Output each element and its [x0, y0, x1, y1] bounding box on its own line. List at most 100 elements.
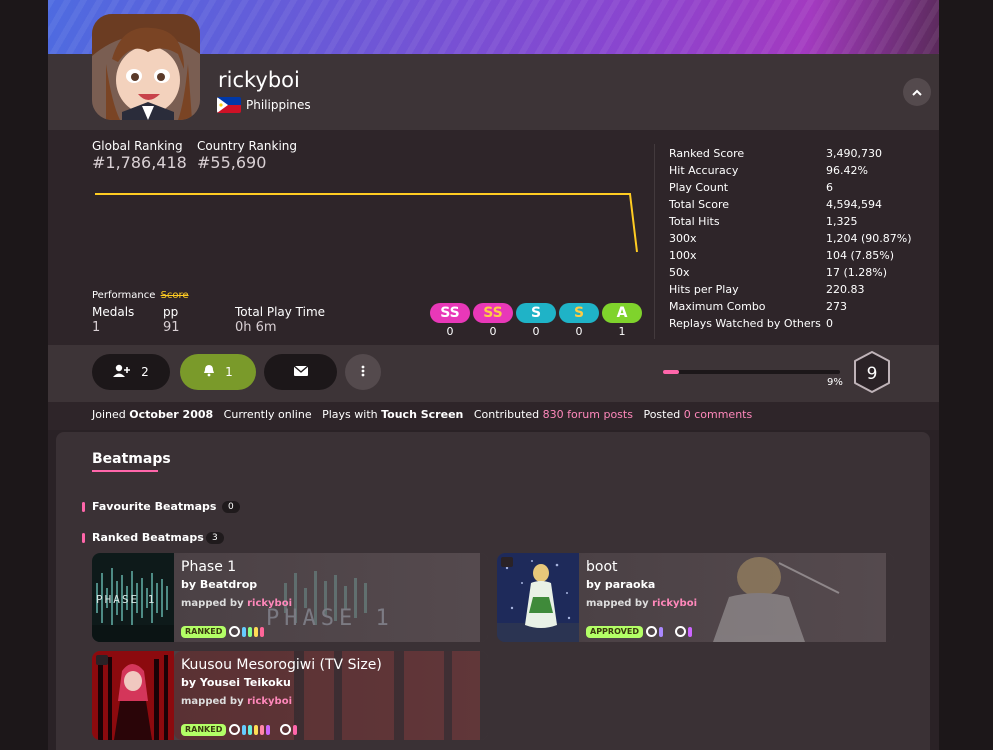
beatmap-title[interactable]: Kuusou Mesorogiwi (TV Size) — [181, 657, 382, 673]
difficulty-pip[interactable] — [688, 626, 692, 637]
difficulty-list — [646, 626, 692, 637]
global-ranking-label: Global Ranking — [92, 139, 183, 153]
taiko-mode-icon — [675, 626, 686, 637]
section-title[interactable]: Beatmaps — [92, 451, 171, 467]
left-margin — [0, 0, 48, 750]
message-button[interactable] — [264, 354, 337, 390]
beatmap-title[interactable]: boot — [586, 559, 618, 575]
difficulty-pip[interactable] — [242, 724, 246, 735]
stats-panel: Global Ranking #1,786,418 Country Rankin… — [48, 130, 939, 345]
difficulty-pip[interactable] — [254, 724, 258, 735]
global-ranking-value: #1,786,418 — [92, 153, 187, 172]
svg-text:PHASE 1: PHASE 1 — [96, 593, 156, 606]
tab-score[interactable]: Score — [161, 290, 189, 301]
country-name[interactable]: Philippines — [246, 98, 311, 112]
svg-text:PHASE 1: PHASE 1 — [266, 606, 394, 631]
comments-link[interactable]: 0 comments — [684, 408, 753, 421]
playtime-value: 0h 6m — [235, 320, 277, 335]
medals-value: 1 — [92, 320, 101, 335]
mapping-subscribe-button[interactable]: 1 — [180, 354, 256, 390]
grade-ss-count: 0 — [489, 325, 497, 338]
ranked-count-badge: 3 — [206, 532, 224, 544]
beatmap-artist: by Yousei Teikoku — [181, 676, 291, 689]
grade-s-silver: S — [516, 303, 556, 323]
level-progress-fill — [663, 370, 679, 374]
more-options-button[interactable] — [345, 354, 381, 390]
more-vertical-icon — [361, 365, 365, 380]
play-device: Touch Screen — [381, 408, 464, 421]
beatmap-thumbnail[interactable]: PHASE 1 — [92, 553, 174, 642]
grade-ss-silver-count: 0 — [446, 325, 454, 338]
pp-value: 91 — [163, 320, 180, 335]
followers-count: 2 — [141, 365, 149, 379]
level-value: 9 — [867, 364, 878, 384]
online-status: Currently online — [223, 408, 312, 421]
grade-ss: SS — [473, 303, 513, 323]
bell-icon — [203, 364, 215, 380]
status-badge: APPROVED — [586, 626, 643, 638]
ranking-mode-tabs: Performance Score — [92, 290, 189, 301]
difficulty-pip[interactable] — [659, 626, 663, 637]
grade-ss-silver: SS — [430, 303, 470, 323]
beatmap-thumbnail[interactable] — [92, 651, 174, 740]
philippines-flag-icon — [217, 97, 241, 113]
section-underline — [92, 470, 158, 472]
favourite-beatmaps-heading[interactable]: Favourite Beatmaps — [92, 500, 216, 513]
difficulty-pip[interactable] — [248, 626, 252, 637]
forum-posts-link[interactable]: 830 forum posts — [543, 408, 633, 421]
medals-label: Medals — [92, 305, 135, 319]
beatmap-artist: by Beatdrop — [181, 578, 258, 591]
collapse-header-button[interactable] — [903, 78, 931, 106]
level-progress-bar — [663, 370, 840, 374]
difficulty-pip[interactable] — [293, 724, 297, 735]
country-ranking-value: #55,690 — [197, 153, 267, 172]
envelope-icon — [293, 365, 308, 379]
mapper-link[interactable]: rickyboi — [247, 696, 292, 707]
status-badge: RANKED — [181, 626, 227, 638]
taiko-mode-icon — [280, 724, 291, 735]
grade-s-count: 0 — [575, 325, 583, 338]
mapper-link[interactable]: rickyboi — [652, 598, 697, 609]
beatmap-mapper: mapped by rickyboi — [181, 696, 292, 707]
joined-date: October 2008 — [129, 408, 214, 421]
difficulty-pip[interactable] — [260, 724, 264, 735]
beatmaps-section: Beatmaps Favourite Beatmaps 0 Ranked Bea… — [56, 432, 930, 750]
beatmap-card[interactable]: Kuusou Mesorogiwi (TV Size) by Yousei Te… — [92, 651, 488, 740]
grade-a: A — [602, 303, 642, 323]
difficulty-pip[interactable] — [248, 724, 252, 735]
level-progress-label: 9% — [827, 377, 843, 388]
beatmap-artist: by paraoka — [586, 578, 656, 591]
grade-s: S — [559, 303, 599, 323]
beatmap-mapper: mapped by rickyboi — [586, 598, 697, 609]
right-margin — [939, 0, 993, 750]
profile-info-bar: Joined October 2008 Currently online Pla… — [48, 402, 939, 430]
profile-page: rickyboi Philippines Global Ranking #1,7… — [48, 0, 939, 750]
beatmap-title[interactable]: Phase 1 — [181, 559, 236, 575]
osu-mode-icon — [229, 724, 240, 735]
osu-mode-icon — [229, 626, 240, 637]
ranked-beatmaps-heading[interactable]: Ranked Beatmaps — [92, 531, 204, 544]
stats-divider — [654, 144, 655, 339]
level-badge: 9 — [850, 350, 894, 398]
difficulty-pip[interactable] — [260, 626, 264, 637]
add-friend-icon — [113, 364, 131, 381]
chevron-up-icon — [911, 85, 923, 99]
beatmap-mapper: mapped by rickyboi — [181, 598, 292, 609]
beatmap-card[interactable]: boot by paraoka mapped by rickyboi APPRO… — [497, 553, 894, 642]
playtime-label: Total Play Time — [235, 305, 326, 319]
difficulty-pip[interactable] — [254, 626, 258, 637]
subscribers-count: 1 — [225, 365, 233, 379]
grade-a-count: 1 — [618, 325, 626, 338]
tab-performance[interactable]: Performance — [92, 290, 155, 301]
country-ranking-label: Country Ranking — [197, 139, 298, 153]
avatar[interactable] — [92, 14, 200, 120]
rank-history-graph[interactable] — [93, 185, 643, 255]
mapper-link[interactable]: rickyboi — [247, 598, 292, 609]
pp-label: pp — [163, 305, 179, 319]
follow-button[interactable]: 2 — [92, 354, 170, 390]
beatmap-thumbnail[interactable] — [497, 553, 579, 642]
difficulty-pip[interactable] — [266, 724, 270, 735]
beatmap-card[interactable]: PHASE 1 PHASE 1 Phase 1 by Beatdrop mapp… — [92, 553, 488, 642]
difficulty-pip[interactable] — [242, 626, 246, 637]
favourite-count-badge: 0 — [222, 501, 240, 513]
